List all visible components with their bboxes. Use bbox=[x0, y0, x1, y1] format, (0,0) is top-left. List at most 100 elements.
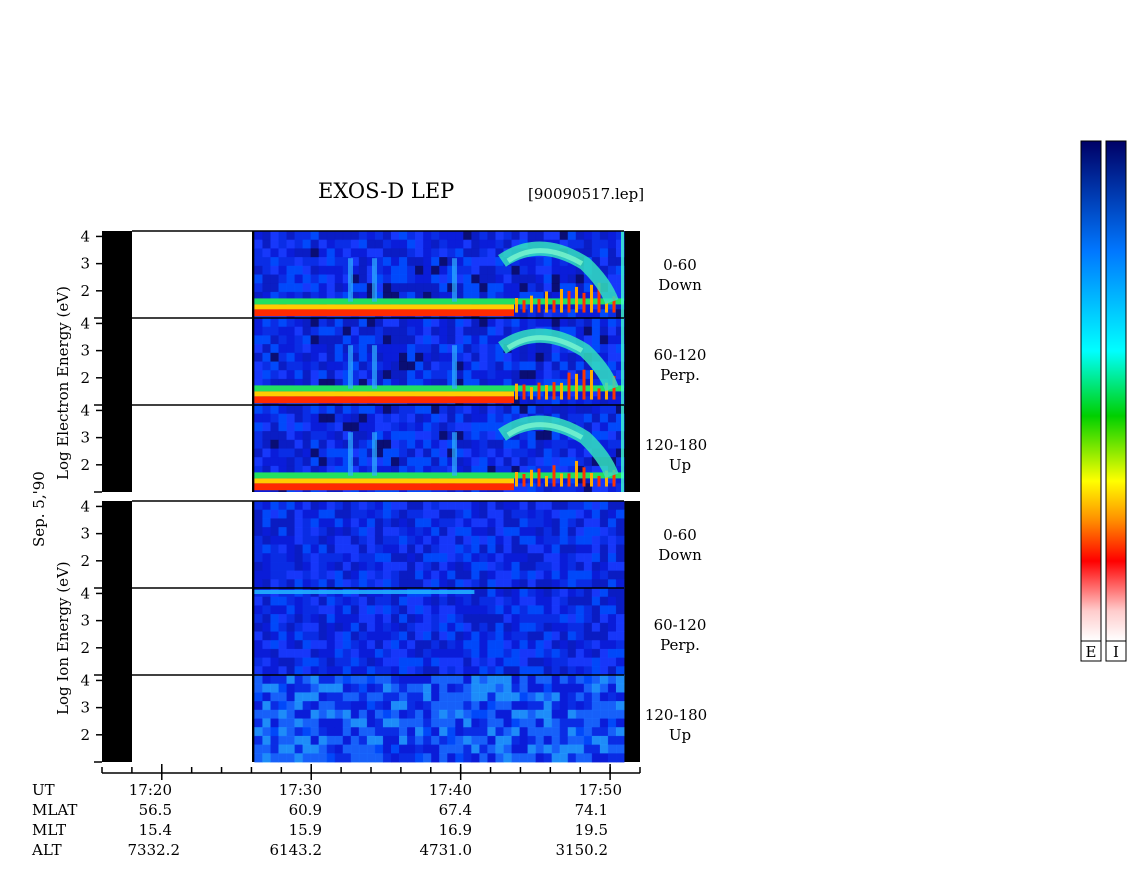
spectrogram-cell bbox=[463, 709, 472, 719]
spectrogram-cell bbox=[302, 448, 312, 458]
spectrogram-cell bbox=[366, 405, 376, 415]
spectrogram-cell bbox=[615, 709, 625, 719]
spectrogram-cell bbox=[559, 675, 569, 685]
spectrogram-cell bbox=[527, 666, 537, 676]
spectrogram-cell bbox=[382, 283, 392, 293]
spectrogram-cell bbox=[431, 318, 440, 328]
spectrogram-cell bbox=[390, 561, 400, 572]
spectrogram-cell bbox=[262, 248, 271, 258]
precipitation-spike bbox=[530, 469, 533, 487]
spectrogram-cell bbox=[447, 735, 456, 746]
spectrogram-cell bbox=[495, 535, 504, 545]
spectrogram-cell bbox=[439, 509, 448, 519]
spectrogram-cell bbox=[407, 257, 416, 267]
spectrogram-cell bbox=[527, 553, 537, 563]
spectrogram-cell bbox=[382, 361, 392, 371]
electron-colorbar bbox=[1080, 140, 1102, 642]
spectrogram-cell bbox=[591, 631, 601, 641]
spectrogram-cell bbox=[511, 675, 521, 685]
spectrogram-cell bbox=[334, 239, 344, 249]
spectrogram-cell bbox=[543, 727, 553, 737]
spectrogram-cell bbox=[511, 518, 521, 528]
spectrogram-cell bbox=[407, 248, 416, 258]
spectrogram-cell bbox=[278, 274, 288, 284]
spectrogram-cell bbox=[511, 501, 521, 511]
spectrogram-cell bbox=[399, 718, 408, 728]
spectrogram-cell bbox=[599, 666, 609, 676]
spectrogram-cell bbox=[535, 561, 545, 572]
spectrogram-cell bbox=[423, 501, 432, 511]
spectrogram-cell bbox=[310, 561, 320, 572]
spectrogram-cell bbox=[423, 622, 432, 632]
spectrogram-cell bbox=[350, 701, 360, 711]
spectrogram-cell bbox=[294, 614, 304, 624]
spectrogram-cell bbox=[599, 326, 609, 336]
spectrogram-cell bbox=[286, 701, 296, 711]
spectrogram-cell bbox=[390, 265, 400, 275]
spectrogram-cell bbox=[342, 501, 352, 511]
spectrogram-cell bbox=[575, 527, 585, 537]
spectrogram-cell bbox=[270, 413, 279, 423]
spectrogram-cell bbox=[342, 753, 352, 763]
spectrogram-cell bbox=[350, 692, 360, 702]
spectrogram-cell bbox=[350, 422, 360, 432]
spectrogram-cell bbox=[358, 640, 368, 650]
spectrogram-cell bbox=[527, 283, 537, 293]
spectrogram-cell bbox=[615, 614, 625, 624]
spectrogram-cell bbox=[390, 527, 400, 537]
spectrogram-cell bbox=[270, 753, 279, 763]
spectrogram-cell bbox=[262, 561, 271, 572]
spectrogram-cell bbox=[302, 265, 312, 275]
spectrogram-cell bbox=[527, 535, 537, 545]
spectrogram-cell bbox=[326, 648, 336, 659]
spectrogram-cell bbox=[591, 709, 601, 719]
spectrogram-cell bbox=[583, 735, 593, 746]
spectrogram-cell bbox=[302, 248, 312, 258]
spectrogram-cell bbox=[591, 744, 601, 754]
spectrogram-cell bbox=[543, 274, 553, 284]
spectrogram-cell bbox=[487, 518, 496, 528]
spectrogram-cell bbox=[439, 553, 448, 563]
spectrogram-cell bbox=[535, 683, 545, 693]
spectrogram-cell bbox=[326, 631, 336, 641]
spectrogram-cell bbox=[439, 579, 448, 589]
spectrogram-cell bbox=[559, 657, 569, 667]
spectrogram-cell bbox=[423, 570, 432, 580]
spectrogram-cell bbox=[374, 718, 384, 728]
spectrogram-cell bbox=[431, 370, 440, 380]
spectrogram-cell bbox=[607, 544, 617, 554]
spectrogram-cell bbox=[390, 283, 400, 293]
spectrogram-cell bbox=[567, 535, 577, 545]
spectrogram-cell bbox=[455, 701, 464, 711]
spectrogram-cell bbox=[455, 727, 464, 737]
no-data-region bbox=[132, 588, 252, 675]
spectrogram-cell bbox=[286, 735, 296, 746]
spectrogram-cell bbox=[559, 439, 569, 449]
spectrogram-cell bbox=[318, 631, 328, 641]
energy-injection bbox=[348, 345, 353, 389]
spectrogram-cell bbox=[407, 727, 416, 737]
spectrogram-cell bbox=[294, 544, 304, 554]
spectrogram-cell bbox=[575, 753, 585, 763]
spectrogram-cell bbox=[407, 239, 416, 249]
spectrogram-cell bbox=[543, 570, 553, 580]
spectrogram-cell bbox=[358, 405, 368, 415]
spectrogram-cell bbox=[270, 448, 279, 458]
spectrogram-cell bbox=[495, 231, 504, 241]
spectrogram-cell bbox=[439, 622, 448, 632]
mlat-value: 67.4 bbox=[439, 801, 472, 819]
spectrogram-cell bbox=[326, 614, 336, 624]
spectrogram-cell bbox=[495, 614, 504, 624]
energy-injection bbox=[452, 345, 457, 389]
spectrogram-cell bbox=[262, 413, 271, 423]
spectrogram-cell bbox=[495, 631, 504, 641]
spectrogram-cell bbox=[302, 683, 312, 693]
spectrogram-cell bbox=[326, 361, 336, 371]
spectrogram-cell bbox=[423, 666, 432, 676]
ion-ylabel: Log Ion Energy (eV) bbox=[54, 561, 72, 715]
spectrogram-cell bbox=[463, 718, 472, 728]
spectrogram-cell bbox=[302, 640, 312, 650]
spectrogram-cell bbox=[479, 431, 488, 441]
spectrogram-cell bbox=[479, 501, 488, 511]
spectrogram-cell bbox=[358, 335, 368, 345]
